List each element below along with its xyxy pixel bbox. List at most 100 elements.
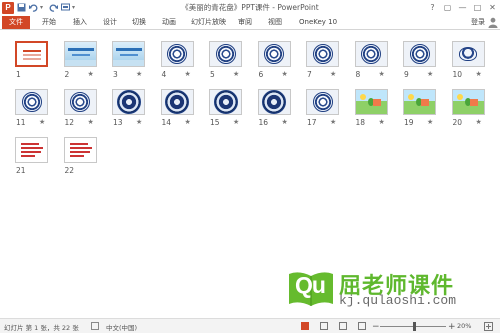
ribbon-display-icon[interactable]: ▢	[440, 0, 455, 15]
plate-image	[361, 44, 381, 64]
title-bar: P ▾ ▾ 《美丽的青花盘》PPT课件 - PowerPoint ? ▢ — □…	[0, 0, 500, 15]
watermark-logo-text: Qu	[295, 272, 326, 298]
animation-star-icon[interactable]: ★	[379, 70, 385, 78]
tab-transitions[interactable]: 切换	[132, 16, 146, 29]
slide-thumbnail[interactable]	[354, 41, 388, 67]
slide-thumbnail[interactable]	[15, 41, 48, 67]
user-icon[interactable]	[488, 17, 498, 28]
slide-number: 10	[452, 70, 463, 79]
zoom-level[interactable]: 20%	[457, 322, 471, 330]
normal-view-icon[interactable]	[320, 322, 328, 330]
slide-sorter-view-icon[interactable]	[301, 322, 309, 330]
tab-animations[interactable]: 动画	[162, 16, 176, 29]
slide-thumbnail[interactable]	[354, 89, 388, 115]
close-icon[interactable]: ✕	[485, 0, 500, 15]
tab-onekey[interactable]: OneKey 10	[299, 16, 337, 29]
slide-thumbnail[interactable]	[451, 41, 485, 67]
animation-star-icon[interactable]: ★	[330, 118, 336, 126]
animation-star-icon[interactable]: ★	[330, 70, 336, 78]
animation-star-icon[interactable]: ★	[233, 70, 239, 78]
slide-number: 13	[113, 118, 123, 127]
tab-home[interactable]: 开始	[42, 16, 56, 29]
slide-thumbnail[interactable]	[403, 41, 436, 67]
spelling-check-icon[interactable]	[91, 322, 99, 330]
slide-thumbnail[interactable]	[306, 89, 339, 115]
slide-thumbnail[interactable]	[451, 89, 485, 115]
slide-number: 22	[64, 166, 75, 175]
animation-star-icon[interactable]: ★	[136, 70, 142, 78]
animation-star-icon[interactable]: ★	[136, 118, 142, 126]
slide-thumbnail[interactable]	[160, 89, 194, 115]
slideshow-view-icon[interactable]	[358, 322, 366, 330]
slide-thumbnail[interactable]	[209, 41, 242, 67]
tab-slideshow[interactable]: 幻灯片放映	[191, 16, 226, 29]
slide-thumbnail[interactable]	[63, 137, 97, 163]
language-status[interactable]: 中文(中国)	[106, 322, 137, 332]
slide-thumbnail[interactable]	[63, 41, 97, 67]
animation-star-icon[interactable]: ★	[185, 70, 191, 78]
plate-image	[264, 44, 284, 64]
animation-star-icon[interactable]: ★	[233, 118, 239, 126]
zoom-out-button[interactable]: −	[372, 322, 380, 332]
animation-star-icon[interactable]: ★	[379, 118, 385, 126]
slide-thumbnail[interactable]	[63, 89, 97, 115]
animation-star-icon[interactable]: ★	[88, 70, 94, 78]
fit-to-window-icon[interactable]	[484, 322, 493, 331]
slide-thumbnail[interactable]	[257, 89, 291, 115]
plate-image	[167, 44, 187, 64]
slide-number: 12	[64, 118, 75, 127]
slide-thumbnail[interactable]	[209, 89, 242, 115]
plate-image	[116, 90, 141, 114]
animation-star-icon[interactable]: ★	[282, 118, 288, 126]
slide-number: 2	[64, 70, 70, 79]
plate-image	[312, 92, 333, 112]
tab-review[interactable]: 审阅	[238, 16, 252, 29]
animation-star-icon[interactable]: ★	[185, 118, 191, 126]
slide-number: 16	[258, 118, 269, 127]
animation-star-icon[interactable]: ★	[39, 118, 45, 126]
reading-view-icon[interactable]	[339, 322, 347, 330]
tab-file[interactable]: 文件	[2, 16, 30, 29]
plate-image	[459, 47, 477, 61]
plate-image	[165, 90, 189, 114]
plate-image	[215, 44, 236, 64]
slide-thumbnail[interactable]	[306, 41, 339, 67]
animation-star-icon[interactable]: ★	[427, 118, 433, 126]
window-controls: ? ▢ — □ ✕	[425, 0, 500, 15]
plate-image	[70, 92, 90, 112]
plate-image	[213, 90, 238, 114]
slide-thumbnail[interactable]	[257, 41, 291, 67]
ribbon-tabs: 文件 开始 插入 设计 切换 动画 幻灯片放映 审阅 视图 OneKey 10 …	[0, 15, 500, 30]
slide-number: 7	[307, 70, 312, 79]
slide-number: 6	[258, 70, 264, 79]
slide-number: 5	[210, 70, 215, 79]
login-link[interactable]: 登录	[471, 16, 485, 29]
help-icon[interactable]: ?	[425, 0, 440, 15]
slide-thumbnail[interactable]	[403, 89, 436, 115]
slide-thumbnail[interactable]	[15, 137, 48, 163]
maximize-icon[interactable]: □	[470, 0, 485, 15]
animation-star-icon[interactable]: ★	[88, 118, 94, 126]
status-bar: 幻灯片 第 1 张，共 22 张 中文(中国) − + 20%	[0, 318, 500, 333]
zoom-slider-thumb[interactable]	[413, 322, 417, 331]
slide-count-status: 幻灯片 第 1 张，共 22 张	[4, 324, 79, 332]
tab-insert[interactable]: 插入	[73, 16, 87, 29]
slide-number: 20	[452, 118, 463, 127]
animation-star-icon[interactable]: ★	[476, 118, 482, 126]
slide-number: 15	[210, 118, 220, 127]
minimize-icon[interactable]: —	[455, 0, 470, 15]
zoom-in-button[interactable]: +	[448, 322, 456, 332]
slide-thumbnail[interactable]	[15, 89, 48, 115]
animation-star-icon[interactable]: ★	[427, 70, 433, 78]
slide-number: 8	[355, 70, 361, 79]
tab-design[interactable]: 设计	[103, 16, 117, 29]
slide-thumbnail[interactable]	[112, 89, 145, 115]
animation-star-icon[interactable]: ★	[282, 70, 288, 78]
tab-view[interactable]: 视图	[268, 16, 282, 29]
animation-star-icon[interactable]: ★	[476, 70, 482, 78]
slide-thumbnail[interactable]	[160, 41, 194, 67]
slide-number: 9	[404, 70, 409, 79]
slide-number: 11	[16, 118, 26, 127]
slide-thumbnail[interactable]	[112, 41, 145, 67]
slide-number: 17	[307, 118, 317, 127]
